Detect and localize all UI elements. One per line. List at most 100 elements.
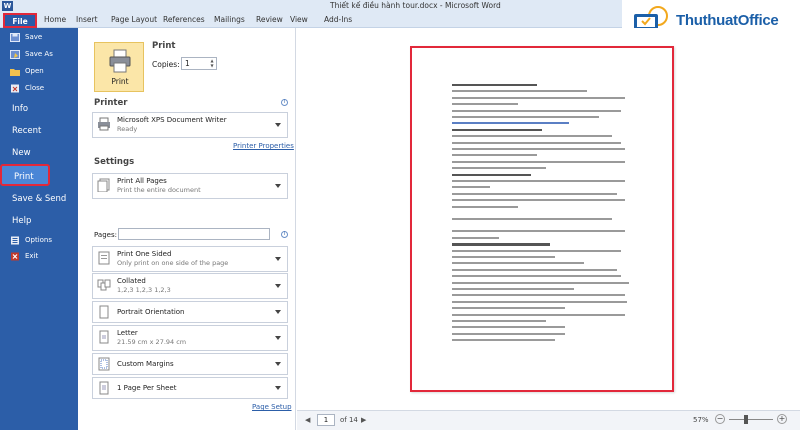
paper-size-icon [99,330,109,344]
chevron-down-icon [275,336,281,340]
menu-save[interactable]: Save [0,30,78,45]
tab-mailings[interactable]: Mailings [214,15,245,24]
print-all-pages-description: Print the entire document [117,186,201,194]
zoom-out-icon[interactable]: − [715,414,725,424]
tab-review[interactable]: Review [256,15,283,24]
zoom-slider-track[interactable] [729,419,773,420]
copies-spinner[interactable]: ▲ ▼ [209,58,215,68]
margins-dropdown[interactable]: Custom Margins [92,353,288,375]
menu-recent[interactable]: Recent [0,120,78,142]
all-pages-icon [97,178,110,192]
text-line [452,148,625,150]
zoom-level[interactable]: 57% [693,416,709,424]
pages-info-icon[interactable]: i [281,231,288,238]
menu-new[interactable]: New [0,142,78,164]
menu-options-label: Options [25,236,53,244]
printer-small-icon [98,117,110,131]
paper-size-label: Letter [117,329,138,337]
next-page-arrow-icon[interactable]: ▶ [361,416,366,424]
copies-label: Copies: [152,60,180,69]
pages-per-sheet-icon [99,381,109,395]
tab-references[interactable]: References [163,15,205,24]
sides-dropdown[interactable]: Print One Sided Only print on one side o… [92,246,288,272]
menu-save-as-label: Save As [25,50,53,58]
text-line [452,154,537,157]
pages-per-sheet-dropdown[interactable]: 1 Page Per Sheet [92,377,288,399]
margins-label: Custom Margins [117,360,174,368]
text-line [452,205,518,208]
zoom-slider-thumb[interactable] [743,415,748,424]
printer-properties-link[interactable]: Printer Properties [233,142,294,150]
text-line [452,192,617,195]
print-button[interactable]: Print [94,42,144,92]
text-line [452,339,555,342]
menu-exit-label: Exit [25,252,39,260]
paper-size-dimensions: 21.59 cm x 27.94 cm [117,338,187,346]
save-as-icon [10,50,20,59]
menu-open[interactable]: Open [0,64,78,79]
tab-home[interactable]: Home [44,15,66,24]
print-one-sided-description: Only print on one side of the page [117,259,229,267]
collated-label: Collated [117,277,146,285]
page-setup-link[interactable]: Page Setup [252,403,292,411]
menu-info[interactable]: Info [0,98,78,120]
pages-label: Pages: [94,231,117,239]
printer-dropdown[interactable]: Microsoft XPS Document Writer Ready [92,112,288,138]
chevron-down-icon [275,310,281,314]
exit-icon [11,252,19,261]
current-page-input[interactable]: 1 [317,414,335,426]
menu-save-label: Save [25,33,43,41]
orientation-label: Portrait Orientation [117,308,185,316]
collation-dropdown[interactable]: Collated 1,2,3 1,2,3 1,2,3 [92,273,288,299]
copies-input[interactable]: 1 ▲ ▼ [181,57,217,70]
tab-view[interactable]: View [290,15,308,24]
chevron-down-icon [275,284,281,288]
text-line [452,173,531,176]
settings-heading: Settings [94,157,135,167]
text-line [452,281,629,284]
text-line [452,300,627,303]
orientation-dropdown[interactable]: Portrait Orientation [92,301,288,323]
menu-save-as[interactable]: Save As [0,47,78,62]
text-line [452,180,625,182]
pages-input[interactable] [118,228,270,240]
tab-file[interactable]: File [3,13,37,28]
chevron-down-icon [275,184,281,188]
portrait-orientation-icon [99,305,109,319]
tab-insert[interactable]: Insert [76,15,98,24]
window-title: Thiết kế điều hành tour.docx - Microsoft… [330,1,501,10]
menu-close[interactable]: Close [0,81,78,96]
one-sided-icon [98,251,110,265]
zoom-in-icon[interactable]: + [777,414,787,424]
printer-info-icon[interactable]: i [281,99,288,106]
print-all-pages-label: Print All Pages [117,177,167,185]
paper-size-dropdown[interactable]: Letter 21.59 cm x 27.94 cm [92,325,288,351]
text-line [452,128,542,132]
menu-help[interactable]: Help [0,210,78,232]
text-line [452,84,537,87]
print-heading: Print [152,41,176,51]
text-line [452,116,599,118]
printer-name: Microsoft XPS Document Writer [117,116,227,124]
menu-print[interactable]: Print [0,164,50,186]
chevron-down-icon [275,386,281,390]
text-line [452,243,550,246]
text-line [452,218,612,220]
menu-options[interactable]: Options [0,233,78,248]
previous-page-arrow-icon[interactable]: ◀ [305,416,310,424]
preview-page[interactable] [410,46,674,392]
tab-add-ins[interactable]: Add-Ins [324,15,352,24]
menu-exit[interactable]: Exit [0,249,78,264]
chevron-down-icon [275,123,281,127]
print-range-dropdown[interactable]: Print All Pages Print the entire documen… [92,173,288,199]
text-line [452,199,625,202]
text-line [452,288,574,290]
tab-page-layout[interactable]: Page Layout [111,15,157,24]
menu-save-send[interactable]: Save & Send [0,188,78,210]
print-one-sided-label: Print One Sided [117,250,172,258]
text-line [452,256,555,258]
text-line [452,332,565,335]
file-backstage-menu: Save Save As Open Close Info Recent New … [0,28,78,430]
text-line [452,294,625,297]
word-app-icon[interactable]: W [2,1,13,11]
